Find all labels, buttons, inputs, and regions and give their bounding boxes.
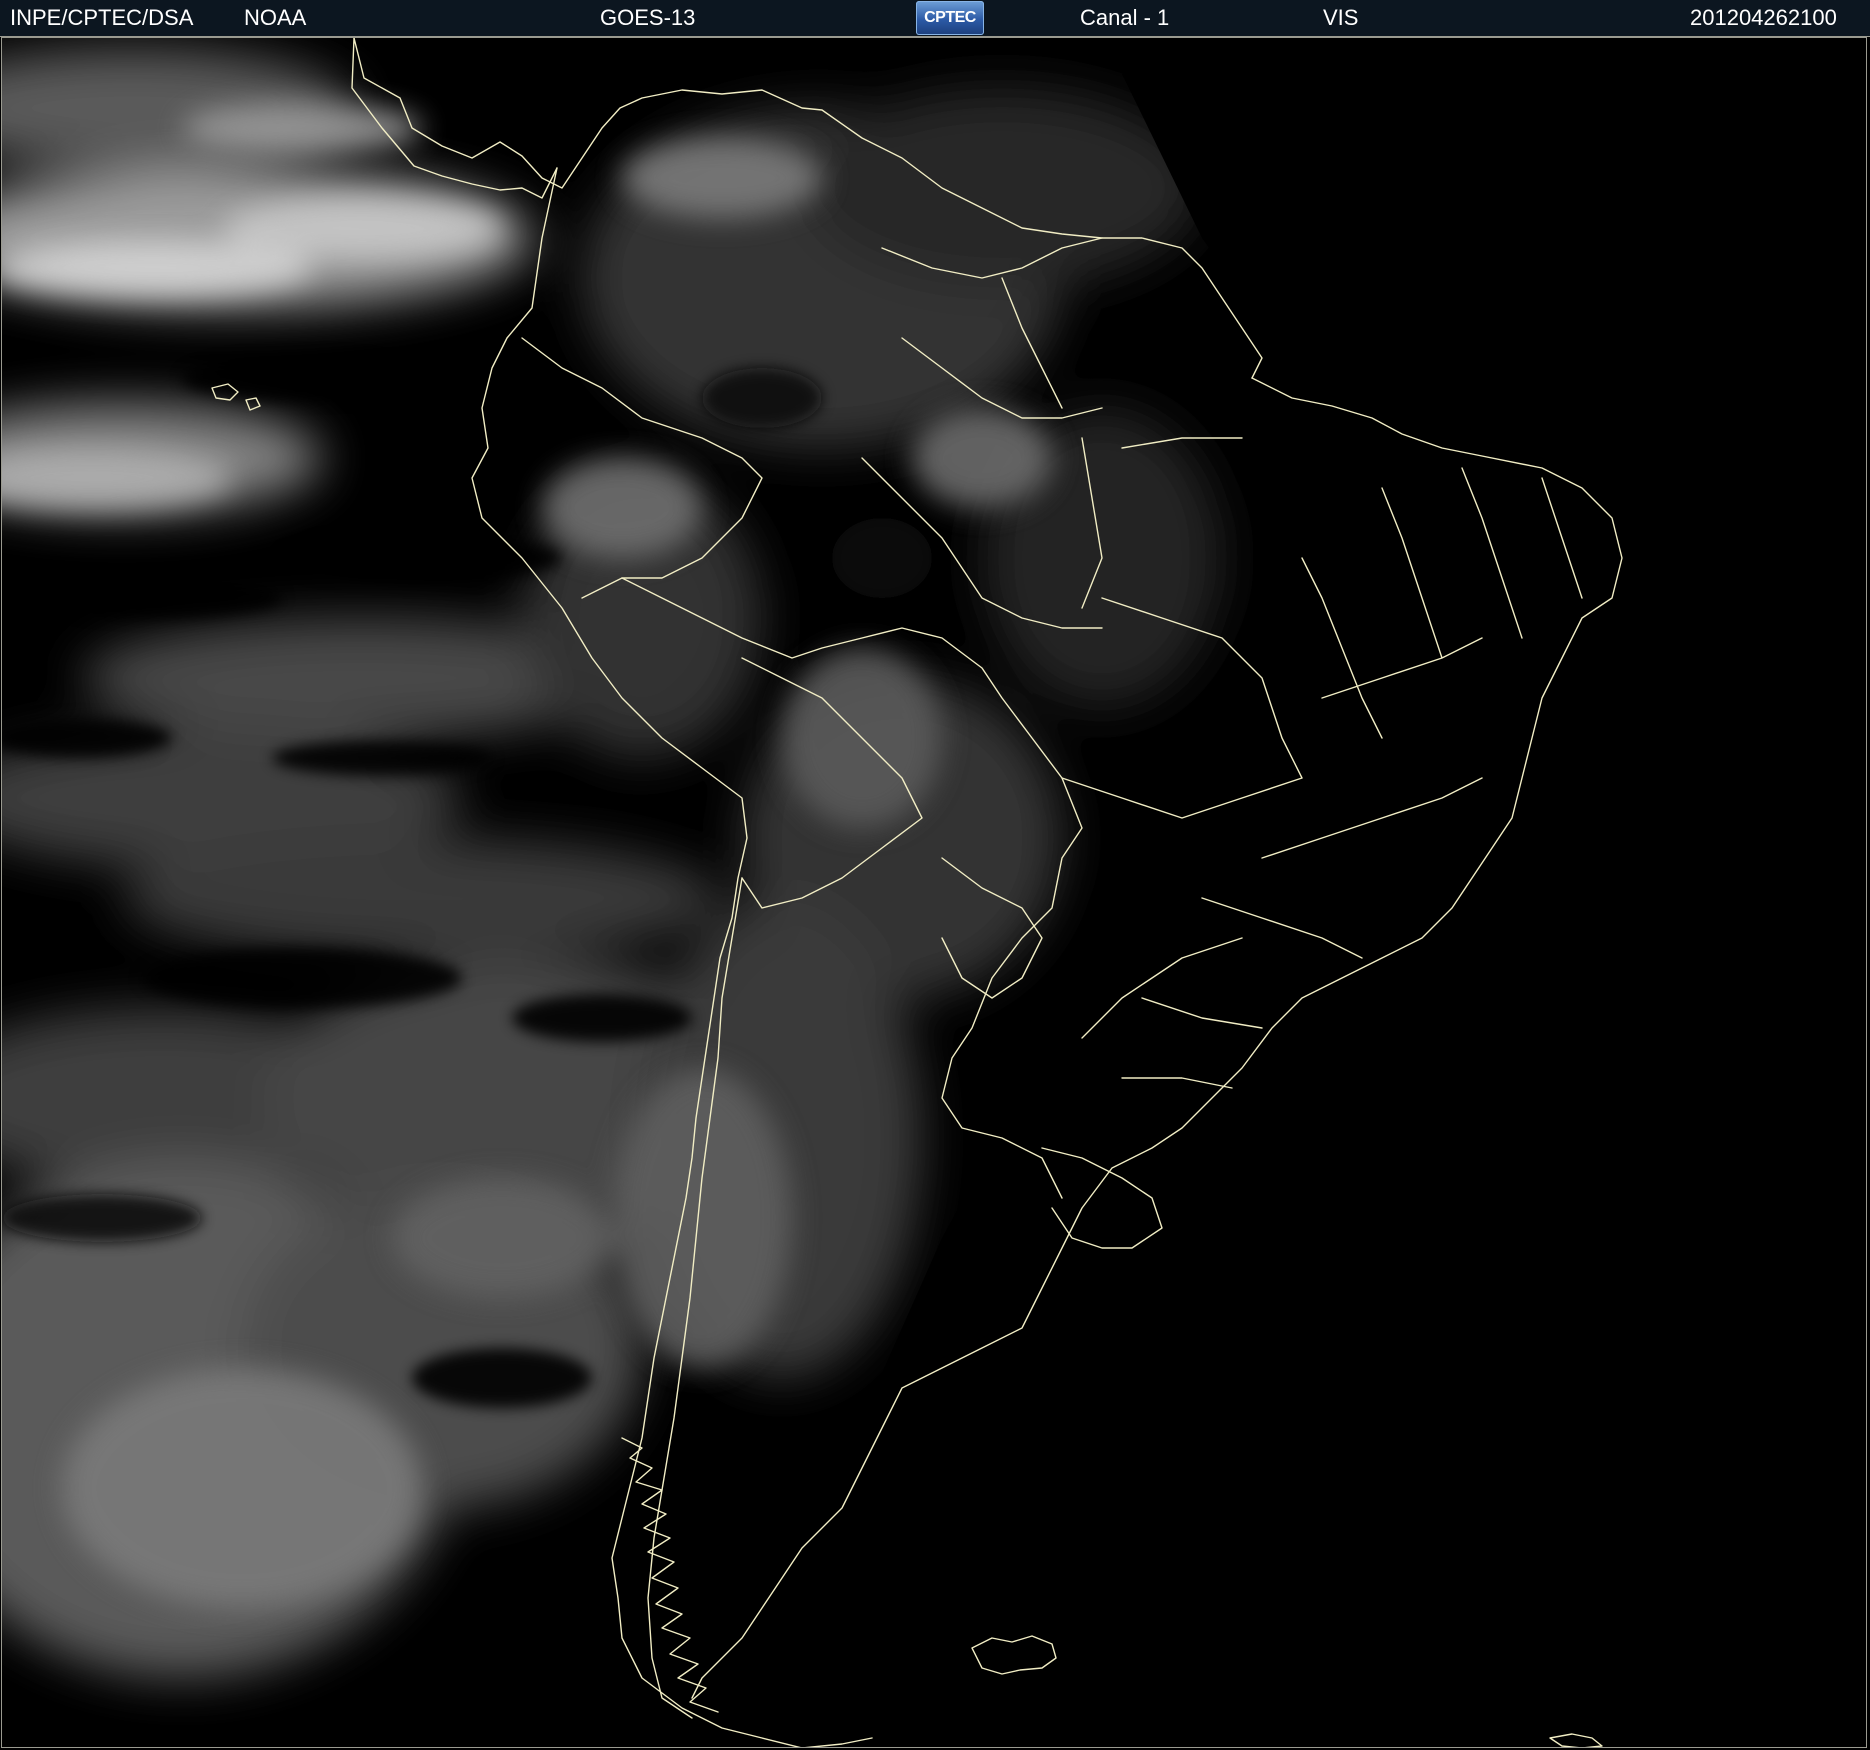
channel-label: Canal - 1 bbox=[1080, 5, 1170, 30]
satellite-label: GOES-13 bbox=[600, 5, 696, 30]
timestamp-label: 201204262100 bbox=[1690, 5, 1837, 30]
cptec-logo: CPTEC bbox=[916, 1, 984, 35]
satellite-image-svg bbox=[2, 38, 1866, 1747]
source-label: NOAA bbox=[244, 5, 307, 30]
agency-label: INPE/CPTEC/DSA bbox=[10, 5, 194, 30]
cptec-logo-text: CPTEC bbox=[924, 9, 976, 26]
band-label: VIS bbox=[1323, 5, 1359, 30]
satellite-image-map bbox=[1, 37, 1867, 1748]
image-header-bar: INPE/CPTEC/DSA NOAA GOES-13 CPTEC Canal … bbox=[0, 0, 1870, 37]
